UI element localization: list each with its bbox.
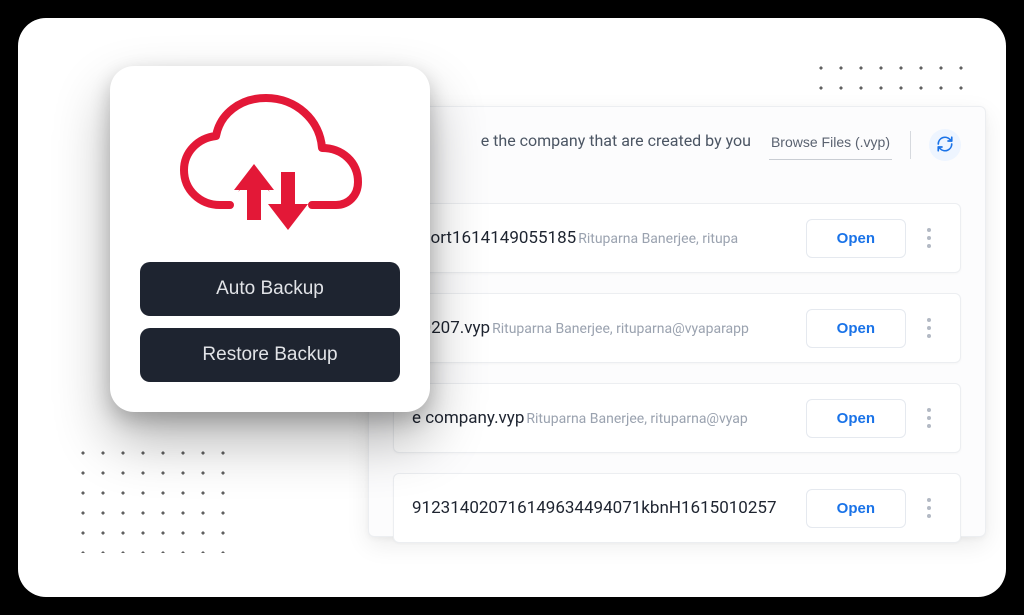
file-row: 912314020716149634494071kbnH1615010257 O…: [393, 473, 961, 543]
file-row: e company.vyp Rituparna Banerjee, ritupa…: [393, 383, 961, 453]
browse-files-label: Browse Files (.vyp): [771, 134, 890, 150]
backup-card: Auto Backup Restore Backup: [110, 66, 430, 412]
file-name-text: e company.vyp: [412, 408, 524, 428]
more-options-button[interactable]: [916, 398, 942, 438]
file-row: 40207.vyp Rituparna Banerjee, rituparna@…: [393, 293, 961, 363]
decorative-dots-bottom: [73, 443, 233, 553]
open-button[interactable]: Open: [806, 309, 906, 348]
file-meta: Rituparna Banerjee, rituparna@vyap: [526, 411, 747, 427]
file-name-text: eport1614149055185: [412, 228, 576, 248]
open-button[interactable]: Open: [806, 219, 906, 258]
more-options-button[interactable]: [916, 488, 942, 528]
cloud-sync-icon: [170, 90, 370, 240]
more-options-button[interactable]: [916, 308, 942, 348]
refresh-icon: [936, 135, 954, 156]
file-name-text: 912314020716149634494071kbnH1615010257: [412, 498, 777, 518]
file-name: 40207.vyp Rituparna Banerjee, rituparna@…: [412, 318, 806, 338]
restore-backup-button[interactable]: Restore Backup: [140, 328, 400, 382]
file-header: e the company that are created by you Br…: [393, 127, 961, 163]
file-name: 912314020716149634494071kbnH1615010257: [412, 498, 806, 518]
more-options-button[interactable]: [916, 218, 942, 258]
file-name: eport1614149055185 Rituparna Banerjee, r…: [412, 228, 806, 248]
file-row: eport1614149055185 Rituparna Banerjee, r…: [393, 203, 961, 273]
header-separator: [910, 131, 911, 159]
company-files-panel: e the company that are created by you Br…: [368, 106, 986, 537]
file-header-subtitle: e the company that are created by you: [393, 131, 751, 150]
open-button[interactable]: Open: [806, 399, 906, 438]
refresh-button[interactable]: [929, 129, 961, 161]
file-meta: Rituparna Banerjee, rituparna@vyaparapp: [492, 321, 749, 337]
file-meta: Rituparna Banerjee, ritupa: [578, 231, 738, 247]
auto-backup-button[interactable]: Auto Backup: [140, 262, 400, 316]
open-button[interactable]: Open: [806, 489, 906, 528]
browse-files-button[interactable]: Browse Files (.vyp): [769, 130, 892, 160]
file-name: e company.vyp Rituparna Banerjee, ritupa…: [412, 408, 806, 428]
